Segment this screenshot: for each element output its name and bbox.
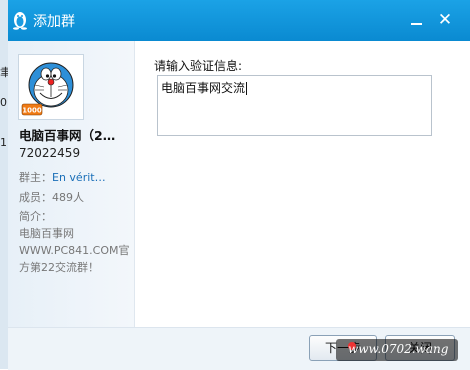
group-name: 电脑百事网（2… — [19, 128, 116, 143]
owner-label: 群主： — [19, 171, 52, 184]
doraemon-avatar-icon: 1000 — [21, 57, 81, 117]
watermark-text: www.0702.wang — [348, 342, 449, 356]
minimize-button[interactable] — [405, 9, 429, 31]
background-text-fragment: 0 — [0, 96, 7, 109]
minimize-icon — [411, 23, 422, 25]
verify-label: 请输入验证信息: — [154, 59, 243, 73]
group-members-row: 成员：489人 — [19, 189, 84, 205]
owner-link[interactable]: En vérit… — [52, 171, 106, 184]
group-info-panel: 1000 电脑百事网（2… 72022459 群主：En vérit… 成员：4… — [8, 41, 135, 327]
verification-panel: 请输入验证信息: 电脑百事网交流 — [135, 41, 470, 327]
title-bar[interactable]: 添加群 ✕ — [8, 0, 470, 41]
background-window-strip: 聿 0 1 — [0, 0, 11, 369]
add-group-dialog: 添加群 ✕ 1000 电脑百事网（2… 72022459 群主：En vérit… — [8, 0, 470, 370]
group-intro-text: 电脑百事网WWW.PC841.COM官方第22交流群！ — [19, 227, 130, 274]
text-caret — [246, 82, 248, 95]
close-icon: ✕ — [437, 10, 453, 30]
site-watermark: www.0702.wang — [336, 339, 458, 361]
avatar-badge: 1000 — [22, 107, 42, 115]
qq-penguin-icon — [13, 12, 27, 30]
group-id: 72022459 — [19, 146, 81, 160]
dialog-title: 添加群 — [33, 14, 75, 30]
intro-label: 简介： — [19, 210, 52, 223]
close-window-button[interactable]: ✕ — [433, 9, 457, 31]
background-text-fragment: 1 — [0, 136, 7, 149]
group-owner-row: 群主：En vérit… — [19, 169, 106, 185]
verify-message-text: 电脑百事网交流 — [161, 81, 246, 95]
members-value: 489人 — [52, 191, 84, 204]
group-avatar: 1000 — [18, 54, 84, 120]
members-label: 成员： — [19, 191, 52, 204]
verify-message-input[interactable]: 电脑百事网交流 — [157, 75, 432, 136]
